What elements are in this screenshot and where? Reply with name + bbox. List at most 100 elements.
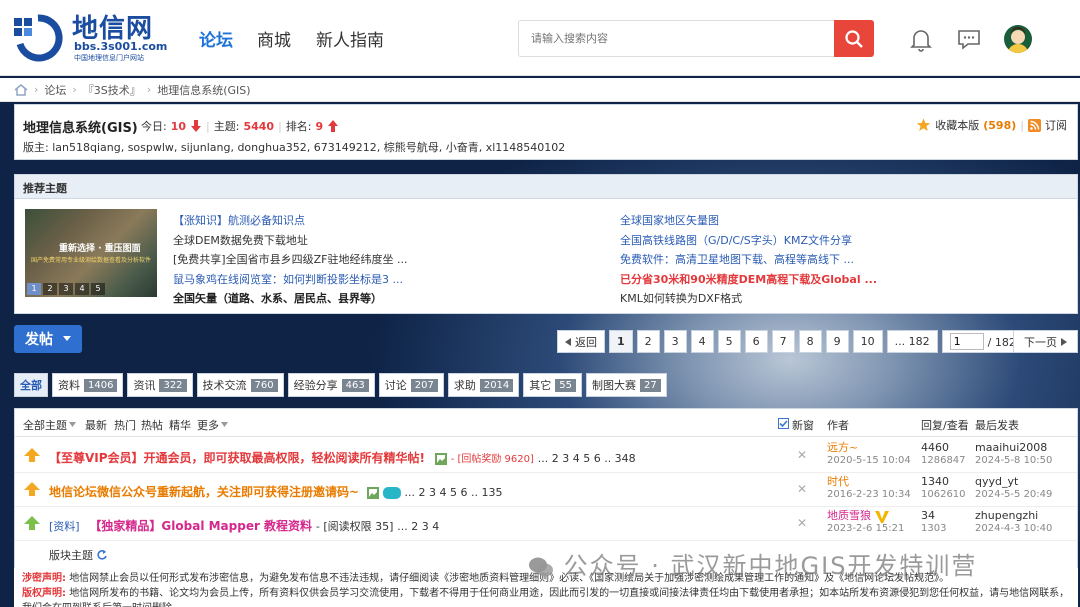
category-tab[interactable]: 经验分享 463 — [287, 373, 375, 397]
favorite-link[interactable]: 收藏本版 — [935, 117, 979, 133]
nav-forum[interactable]: 论坛 — [199, 26, 233, 51]
chevron-left-icon — [565, 337, 571, 346]
thread-pages[interactable]: ... 2 3 4 5 6 .. 135 — [405, 486, 503, 499]
secret-label: 涉密声明: — [22, 573, 66, 584]
rss-icon[interactable] — [1028, 118, 1041, 132]
close-icon[interactable]: ✕ — [797, 516, 807, 530]
message-icon[interactable] — [956, 26, 982, 52]
category-count: 463 — [341, 378, 369, 392]
breadcrumb-gis[interactable]: 地理信息系统(GIS) — [157, 82, 250, 98]
category-tab[interactable]: 制图大赛 27 — [586, 373, 667, 397]
filter-featured[interactable]: 精华 — [169, 417, 191, 433]
page-button[interactable]: 7 — [771, 330, 795, 353]
page-button[interactable]: 10 — [852, 330, 883, 353]
thread-pages[interactable]: ... 2 3 4 — [397, 520, 439, 533]
new-post-button[interactable]: 发帖 — [14, 325, 82, 353]
recommend-link[interactable]: 全球DEM数据免费下载地址 — [173, 231, 407, 251]
all-topics-filter[interactable]: 全部主题 — [23, 417, 67, 433]
back-button[interactable]: 返回 — [557, 330, 605, 353]
breadcrumb-3s-tech[interactable]: 『3S技术』 — [83, 82, 141, 98]
top-header: 地信网 bbs.3s001.com 中国地理信息门户网站 论坛 商城 新人指南 — [0, 0, 1080, 76]
slide-page[interactable]: 2 — [43, 283, 57, 295]
bell-icon[interactable] — [908, 26, 934, 52]
last-date[interactable]: 2024-5-8 10:50 — [975, 454, 1052, 467]
subscribe-link[interactable]: 订阅 — [1045, 117, 1067, 133]
filter-hot[interactable]: 热门 — [114, 417, 136, 433]
category-tab[interactable]: 技术交流 760 — [196, 373, 284, 397]
page-button[interactable]: 9 — [825, 330, 849, 353]
close-icon[interactable]: ✕ — [797, 482, 807, 496]
last-user[interactable]: zhupengzhi — [975, 509, 1052, 522]
thread-title[interactable]: 【至尊VIP会员】开通会员，即可获取最高权限，轻松阅读所有精华帖! — [49, 451, 425, 465]
last-user[interactable]: qyyd_yt — [975, 475, 1052, 488]
filter-latest[interactable]: 最新 — [85, 417, 107, 433]
thread-title[interactable]: 【独家精品】Global Mapper 教程资料 — [89, 519, 312, 533]
close-icon[interactable]: ✕ — [797, 448, 807, 462]
page-button[interactable]: 8 — [798, 330, 822, 353]
author-name[interactable]: 地质雪狼 — [827, 509, 904, 522]
user-avatar[interactable] — [1004, 25, 1032, 53]
recommend-link[interactable]: KML如何转换为DXF格式 — [620, 289, 877, 309]
slide-page[interactable]: 1 — [27, 283, 41, 295]
reply-count: 34 — [921, 509, 935, 522]
page-button[interactable]: 4 — [690, 330, 714, 353]
page-button[interactable]: 1 — [609, 330, 633, 353]
page-button[interactable]: 5 — [717, 330, 741, 353]
category-count: 207 — [410, 378, 438, 392]
recommend-link[interactable]: 【涨知识】航测必备知识点 — [173, 211, 407, 231]
category-tab[interactable]: 资料 1406 — [52, 373, 124, 397]
thread-tag[interactable]: [资料] — [49, 520, 80, 533]
breadcrumb-forum[interactable]: 论坛 — [44, 82, 66, 98]
thread-title[interactable]: 地信论坛微信公众号重新起航，关注即可获得注册邀请码~ — [49, 485, 359, 499]
star-icon[interactable] — [916, 118, 931, 132]
author-name[interactable]: 时代 — [827, 475, 911, 488]
thread-author: 远方~ 2020-5-15 10:04 — [827, 441, 911, 467]
thread-list-header: 全部主题 最新 热门 热帖 精华 更多 新窗 作者 回复/查看 最后发表 — [15, 409, 1077, 437]
thread-pages[interactable]: ... 2 3 4 5 6 .. 348 — [538, 452, 636, 465]
recommend-link[interactable]: 全国高铁线路图（G/D/C/S字头）KMZ文件分享 — [620, 231, 877, 251]
category-tab[interactable]: 其它 55 — [523, 373, 583, 397]
pinned-up-icon — [24, 482, 40, 496]
chevron-right-icon — [1061, 337, 1067, 346]
recommend-link[interactable]: [免费共享]全国省市县乡四级ZF驻地经纬度坐 ... — [173, 250, 407, 270]
new-window-checkbox[interactable] — [778, 418, 789, 429]
page-button[interactable]: 2 — [636, 330, 660, 353]
slide-subtitle: 国产免费常用专业级测绘数据查看及分析软件 — [31, 257, 152, 264]
logo-icon[interactable] — [12, 12, 64, 62]
home-icon[interactable] — [14, 83, 28, 96]
reply-count: 4460 — [921, 441, 949, 454]
slide-page[interactable]: 3 — [59, 283, 73, 295]
category-tab[interactable]: 讨论 207 — [378, 373, 444, 397]
section-topics-label: 版块主题 — [49, 549, 93, 562]
section-topics-row: 版块主题 — [49, 547, 107, 563]
category-tab[interactable]: 资讯 322 — [127, 373, 193, 397]
page-button-last[interactable]: ... 182 — [886, 330, 938, 353]
recommend-heading: 推荐主题 — [15, 175, 1077, 199]
refresh-icon[interactable] — [97, 550, 107, 560]
slide-page[interactable]: 4 — [75, 283, 89, 295]
slide-page[interactable]: 5 — [91, 283, 105, 295]
page-jump-input[interactable] — [949, 333, 984, 350]
filter-hot-posts[interactable]: 热帖 — [141, 417, 163, 433]
recommend-link[interactable]: 鼠马象鸡在线阅览室：如何判断投影坐标是3 ... — [173, 270, 407, 290]
filter-more[interactable]: 更多 — [197, 417, 219, 433]
author-name[interactable]: 远方~ — [827, 441, 911, 454]
recommend-link[interactable]: 免费软件：高清卫星地图下载、高程等高线下 ... — [620, 250, 877, 270]
next-page-button[interactable]: 下一页 — [1013, 330, 1078, 353]
breadcrumb-separator: › — [72, 83, 77, 96]
recommend-slideshow[interactable]: 重新选择 · 重压图面 国产免费常用专业级测绘数据查看及分析软件 1 2 3 4… — [25, 209, 157, 297]
category-tab-all[interactable]: 全部 — [14, 373, 48, 397]
recommend-link[interactable]: 全球国家地区矢量图 — [620, 211, 877, 231]
category-tab[interactable]: 求助 2014 — [447, 373, 520, 397]
last-date[interactable]: 2024-4-3 10:40 — [975, 522, 1052, 535]
nav-newbie-guide[interactable]: 新人指南 — [316, 26, 384, 51]
search-button[interactable] — [834, 20, 874, 57]
page-button[interactable]: 6 — [744, 330, 768, 353]
last-date[interactable]: 2024-5-5 20:49 — [975, 488, 1052, 501]
recommend-link[interactable]: 已分省30米和90米精度DEM高程下载及Global ... — [620, 270, 877, 290]
last-user[interactable]: maaihui2008 — [975, 441, 1052, 454]
recommend-link[interactable]: 全国矢量（道路、水系、居民点、县界等） — [173, 289, 407, 309]
nav-mall[interactable]: 商城 — [257, 26, 291, 51]
page-button[interactable]: 3 — [663, 330, 687, 353]
search-input[interactable] — [518, 20, 836, 57]
